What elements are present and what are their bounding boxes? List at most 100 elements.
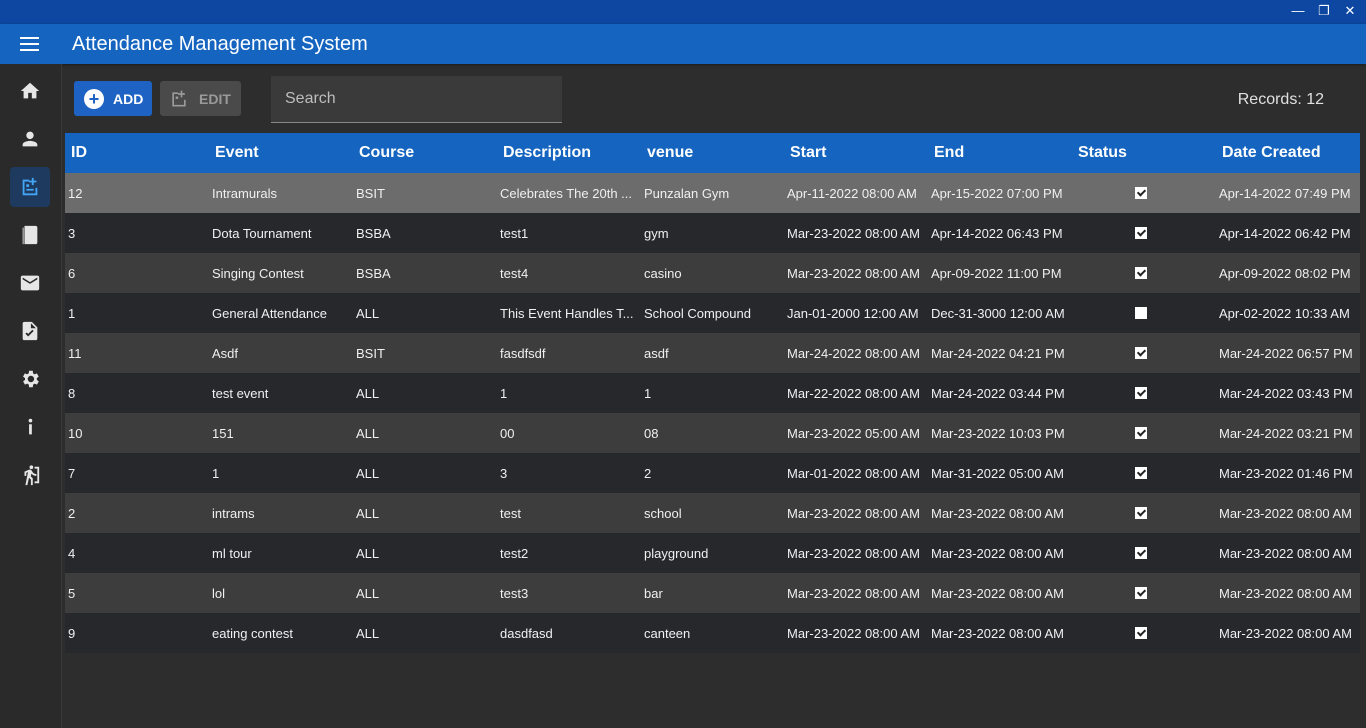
cell-venue: 2 <box>644 465 652 481</box>
cell-id: 9 <box>68 625 76 641</box>
restore-icon[interactable]: ❐ <box>1316 3 1332 19</box>
header-end[interactable]: End <box>934 144 1078 162</box>
cell-description: 3 <box>500 465 508 481</box>
table-row[interactable]: 7 1 ALL 3 2 Mar-01-2022 08:00 AM Mar-31-2022 0… <box>65 453 1360 493</box>
cell-end: Mar-24-2022 04:21 PM <box>931 345 1065 361</box>
cell-created: Mar-24-2022 03:21 PM <box>1219 425 1353 441</box>
cell-status <box>1075 467 1219 479</box>
sidebar-item-logout[interactable] <box>10 455 50 495</box>
edit-button[interactable]: EDIT <box>160 81 241 116</box>
cell-status <box>1075 427 1219 439</box>
status-checkbox[interactable] <box>1135 587 1147 599</box>
status-checkbox[interactable] <box>1135 307 1147 319</box>
cell-end: Dec-31-3000 12:00 AM <box>931 305 1065 321</box>
table-row[interactable]: 3 Dota Tournament BSBA test1 gym Mar-23-2022 … <box>65 213 1360 253</box>
header-id[interactable]: ID <box>65 144 215 162</box>
cell-course: ALL <box>356 305 380 321</box>
search-input[interactable] <box>271 76 562 122</box>
status-checkbox[interactable] <box>1135 507 1147 519</box>
cell-event: General Attendance <box>212 305 327 321</box>
cell-description: fasdfsdf <box>500 345 546 361</box>
cell-start: Mar-23-2022 08:00 AM <box>787 505 920 521</box>
cell-status <box>1075 347 1219 359</box>
table-row[interactable]: 8 test event ALL 1 1 Mar-22-2022 08:00 AM Mar-… <box>65 373 1360 413</box>
status-checkbox[interactable] <box>1135 227 1147 239</box>
cell-id: 8 <box>68 385 76 401</box>
cell-status <box>1075 507 1219 519</box>
cell-id: 7 <box>68 465 76 481</box>
sidebar-item-messages[interactable] <box>10 263 50 303</box>
cell-status <box>1075 187 1219 199</box>
sidebar-item-events[interactable] <box>10 167 50 207</box>
cell-end: Mar-23-2022 08:00 AM <box>931 505 1064 521</box>
sidebar-item-about[interactable] <box>10 407 50 447</box>
cell-status <box>1075 627 1219 639</box>
cell-id: 2 <box>68 505 76 521</box>
status-checkbox[interactable] <box>1135 187 1147 199</box>
menu-icon[interactable] <box>20 37 39 51</box>
gear-icon <box>23 370 39 388</box>
cell-venue: 1 <box>644 385 652 401</box>
cell-start: Jan-01-2000 12:00 AM <box>787 305 919 321</box>
header-start[interactable]: Start <box>790 144 934 162</box>
cell-venue: Punzalan Gym <box>644 185 730 201</box>
cell-venue: asdf <box>644 345 669 361</box>
table-row[interactable]: 2 intrams ALL test school Mar-23-2022 08:00 A… <box>65 493 1360 533</box>
header-event[interactable]: Event <box>215 144 359 162</box>
sidebar-item-reports[interactable] <box>10 311 50 351</box>
mail-icon <box>20 275 40 291</box>
table-row[interactable]: 1 General Attendance ALL This Event Handles… <box>65 293 1360 333</box>
status-checkbox[interactable] <box>1135 427 1147 439</box>
table-row[interactable]: 9 eating contest ALL dasdfasd canteen Mar-23-… <box>65 613 1360 653</box>
search-box <box>271 76 562 123</box>
sidebar-item-settings[interactable] <box>10 359 50 399</box>
cell-id: 1 <box>68 305 76 321</box>
header-venue[interactable]: venue <box>647 144 790 162</box>
sidebar-item-home[interactable] <box>10 71 50 111</box>
cell-end: Mar-23-2022 08:00 AM <box>931 545 1064 561</box>
cell-venue: school <box>644 505 682 521</box>
table-row[interactable]: 5 lol ALL test3 bar Mar-23-2022 08:00 AM Mar-2… <box>65 573 1360 613</box>
cell-description: test1 <box>500 225 529 241</box>
table-row[interactable]: 12 Intramurals BSIT Celebrates The 20th ...… <box>65 173 1360 213</box>
cell-event: 1 <box>212 465 220 481</box>
cell-created: Apr-09-2022 08:02 PM <box>1219 265 1351 281</box>
cell-event: 151 <box>212 425 234 441</box>
cell-end: Mar-31-2022 05:00 AM <box>931 465 1064 481</box>
status-checkbox[interactable] <box>1135 467 1147 479</box>
status-checkbox[interactable] <box>1135 627 1147 639</box>
cell-description: This Event Handles T... <box>500 305 634 321</box>
app-bar: Attendance Management System <box>0 24 1366 64</box>
close-icon[interactable]: ✕ <box>1342 3 1358 19</box>
cell-created: Mar-23-2022 01:46 PM <box>1219 465 1353 481</box>
cell-course: BSBA <box>356 225 391 241</box>
add-button[interactable]: + ADD <box>74 81 152 116</box>
cell-status <box>1075 307 1219 319</box>
header-date-created[interactable]: Date Created <box>1222 144 1360 162</box>
table-row[interactable]: 6 Singing Contest BSBA test4 casino Mar-23-20… <box>65 253 1360 293</box>
status-checkbox[interactable] <box>1135 267 1147 279</box>
header-description[interactable]: Description <box>503 144 647 162</box>
cell-created: Mar-24-2022 06:57 PM <box>1219 345 1353 361</box>
status-checkbox[interactable] <box>1135 387 1147 399</box>
header-status[interactable]: Status <box>1078 144 1222 162</box>
status-checkbox[interactable] <box>1135 347 1147 359</box>
cell-id: 11 <box>68 345 82 361</box>
cell-course: BSIT <box>356 345 385 361</box>
table-row[interactable]: 11 Asdf BSIT fasdfsdf asdf Mar-24-2022 08:00 … <box>65 333 1360 373</box>
header-course[interactable]: Course <box>359 144 503 162</box>
sidebar-item-records[interactable] <box>10 215 50 255</box>
cell-event: ml tour <box>212 545 252 561</box>
event-icon <box>22 177 38 196</box>
info-icon <box>28 418 33 435</box>
cell-created: Mar-23-2022 08:00 AM <box>1219 585 1352 601</box>
home-icon <box>20 82 40 99</box>
cell-created: Apr-14-2022 06:42 PM <box>1219 225 1351 241</box>
cell-status <box>1075 587 1219 599</box>
cell-created: Apr-14-2022 07:49 PM <box>1219 185 1351 201</box>
table-row[interactable]: 10 151 ALL 00 08 Mar-23-2022 05:00 AM Mar-23-2… <box>65 413 1360 453</box>
status-checkbox[interactable] <box>1135 547 1147 559</box>
minimize-icon[interactable]: — <box>1290 3 1306 19</box>
sidebar-item-students[interactable] <box>10 119 50 159</box>
table-row[interactable]: 4 ml tour ALL test2 playground Mar-23-2022 08… <box>65 533 1360 573</box>
